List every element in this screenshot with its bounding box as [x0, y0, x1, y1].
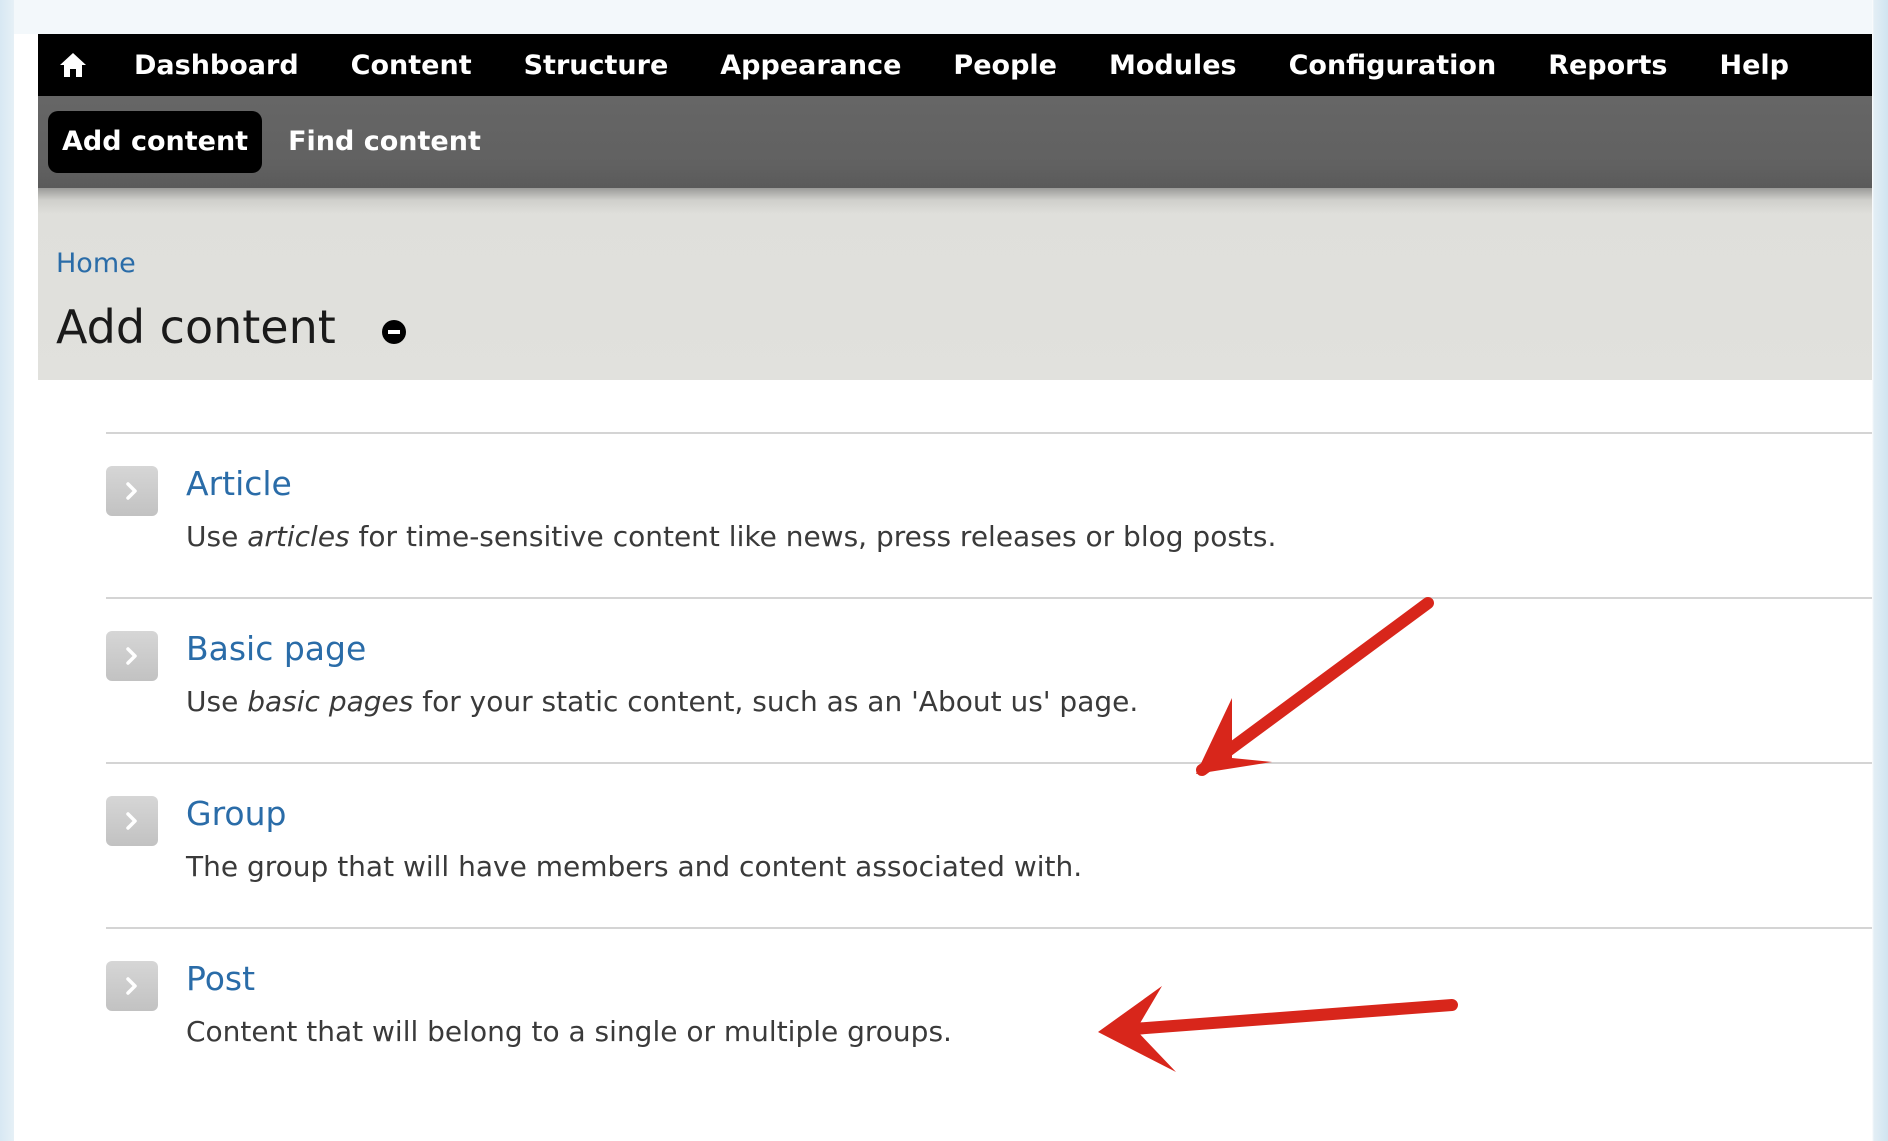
- description-emphasis: basic pages: [247, 685, 414, 718]
- chevron-right-icon: [126, 977, 137, 995]
- content-type-description: Use basic pages for your static content,…: [186, 685, 1138, 718]
- menu-item-help[interactable]: Help: [1719, 50, 1789, 81]
- content-type-description: The group that will have members and con…: [186, 850, 1082, 883]
- shortcut-add-content[interactable]: Add content: [48, 111, 263, 173]
- breadcrumb-home[interactable]: Home: [56, 248, 136, 279]
- expand-button[interactable]: [106, 961, 158, 1011]
- content-type-link[interactable]: Post: [186, 959, 255, 998]
- admin-toolbar: Dashboard Content Structure Appearance P…: [38, 34, 1872, 96]
- content-type-list: Article Use articles for time-sensitive c…: [106, 432, 1872, 1092]
- content-type-link[interactable]: Basic page: [186, 629, 366, 668]
- content-type-link[interactable]: Article: [186, 464, 292, 503]
- chevron-right-icon: [126, 812, 137, 830]
- top-margin: [14, 0, 1872, 34]
- menu-item-dashboard[interactable]: Dashboard: [134, 50, 299, 81]
- chevron-right-icon: [126, 482, 137, 500]
- content-type-description: Content that will belong to a single or …: [186, 1015, 952, 1048]
- menu-item-people[interactable]: People: [953, 50, 1057, 81]
- content-type-item: Basic page Use basic pages for your stati…: [106, 597, 1872, 762]
- menu-item-structure[interactable]: Structure: [524, 50, 669, 81]
- expand-button[interactable]: [106, 796, 158, 846]
- chevron-right-icon: [126, 647, 137, 665]
- home-link[interactable]: [52, 41, 94, 89]
- expand-button[interactable]: [106, 631, 158, 681]
- page-title: Add content: [56, 300, 336, 354]
- home-icon: [60, 53, 86, 77]
- shortcut-find-content[interactable]: Find content: [274, 111, 495, 173]
- content-type-item: Group The group that will have members an…: [106, 762, 1872, 927]
- menu-item-appearance[interactable]: Appearance: [720, 50, 901, 81]
- menu-item-reports[interactable]: Reports: [1548, 50, 1667, 81]
- menu-item-modules[interactable]: Modules: [1109, 50, 1237, 81]
- description-text: for your static content, such as an 'Abo…: [413, 685, 1139, 718]
- description-text: The group that will have members and con…: [186, 850, 1083, 883]
- shortcuts-bar: Add content Find content: [38, 96, 1872, 188]
- description-text: Use: [186, 520, 248, 553]
- page-frame: Dashboard Content Structure Appearance P…: [14, 0, 1872, 1141]
- description-text: Content that will belong to a single or …: [186, 1015, 952, 1048]
- description-text: Use: [186, 685, 248, 718]
- description-text: for time-sensitive content like news, pr…: [349, 520, 1277, 553]
- description-emphasis: articles: [247, 520, 350, 553]
- content-type-item: Post Content that will belong to a single…: [106, 927, 1872, 1092]
- menu-item-configuration[interactable]: Configuration: [1289, 50, 1497, 81]
- page-header: Home Add content: [38, 188, 1872, 380]
- minus-circle-icon[interactable]: [382, 320, 406, 344]
- content-type-description: Use articles for time-sensitive content …: [186, 520, 1276, 553]
- expand-button[interactable]: [106, 466, 158, 516]
- content-type-item: Article Use articles for time-sensitive c…: [106, 432, 1872, 597]
- menu-item-content[interactable]: Content: [351, 50, 472, 81]
- content-type-link[interactable]: Group: [186, 794, 286, 833]
